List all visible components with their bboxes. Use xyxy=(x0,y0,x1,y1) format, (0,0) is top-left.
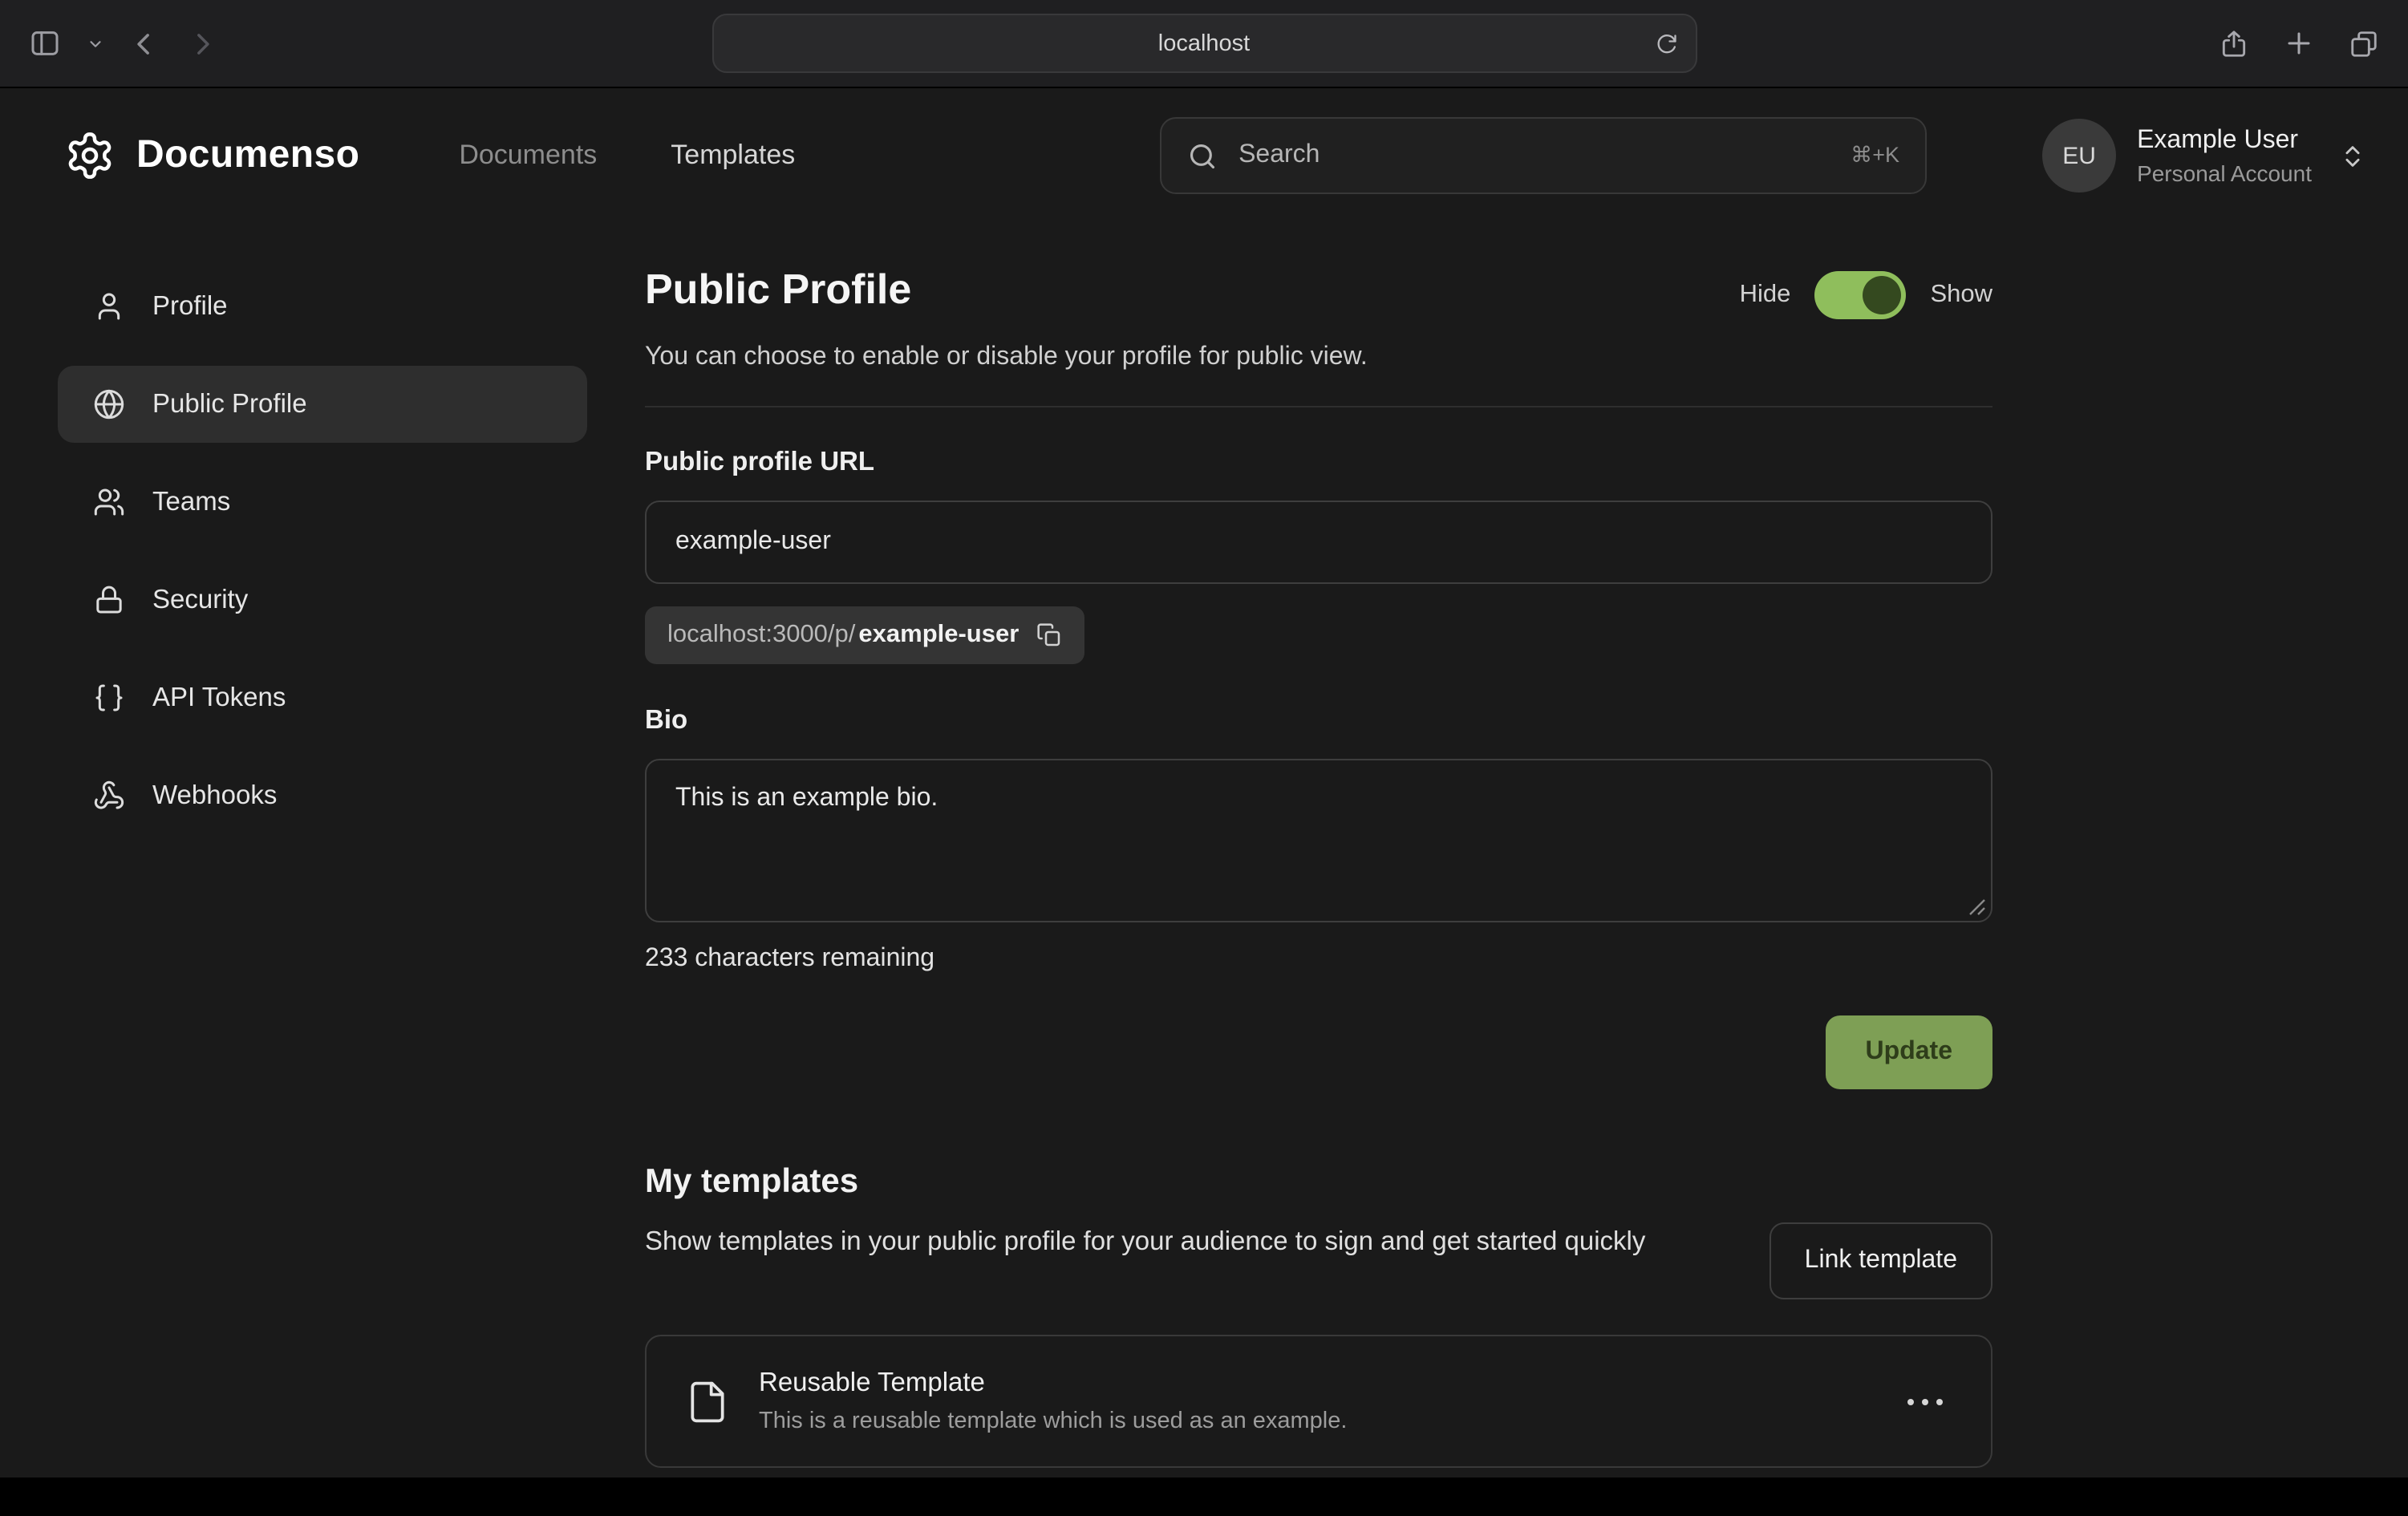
profile-url-prefix: localhost:3000/p/ xyxy=(667,621,855,650)
browser-chrome: localhost xyxy=(0,0,2408,88)
avatar: EU xyxy=(2042,119,2116,193)
sidebar-item-profile[interactable]: Profile xyxy=(58,268,587,345)
bottom-bar xyxy=(0,1477,2408,1516)
toggle-knob xyxy=(1863,276,1901,314)
sidebar-item-security[interactable]: Security xyxy=(58,561,587,638)
reload-icon[interactable] xyxy=(1655,32,1677,55)
share-icon[interactable] xyxy=(2219,28,2249,59)
address-bar-url: localhost xyxy=(1158,30,1250,56)
search-placeholder: Search xyxy=(1238,141,1320,170)
brand-name: Documenso xyxy=(136,133,359,178)
screen: localhost Documenso Documents xyxy=(0,0,2408,1516)
bio-textarea[interactable]: This is an example bio. xyxy=(645,759,1992,922)
users-icon xyxy=(93,486,125,518)
user-account-type: Personal Account xyxy=(2137,160,2312,185)
update-button[interactable]: Update xyxy=(1826,1015,1992,1089)
my-templates-description: Show templates in your public profile fo… xyxy=(645,1222,1645,1263)
user-icon xyxy=(93,290,125,322)
profile-visibility-toggle[interactable] xyxy=(1814,271,1906,319)
profile-url-slug: example-user xyxy=(858,621,1019,650)
profile-url-input[interactable] xyxy=(645,501,1992,584)
search-input[interactable]: Search ⌘+K xyxy=(1160,117,1927,194)
sidebar-item-public-profile[interactable]: Public Profile xyxy=(58,366,587,443)
braces-icon xyxy=(93,682,125,714)
characters-remaining: 233 characters remaining xyxy=(645,945,1992,974)
divider xyxy=(645,406,1992,407)
chevrons-up-down-icon xyxy=(2339,142,2366,169)
sidebar-item-api-tokens[interactable]: API Tokens xyxy=(58,659,587,736)
template-card: Reusable Template This is a reusable tem… xyxy=(645,1335,1992,1468)
page-subtitle: You can choose to enable or disable your… xyxy=(645,343,1992,372)
profile-url-preview[interactable]: localhost:3000/p/example-user xyxy=(645,606,1084,664)
toggle-hide-label: Hide xyxy=(1740,281,1791,310)
copy-icon[interactable] xyxy=(1036,622,1062,648)
profile-url-label: Public profile URL xyxy=(645,448,1992,478)
webhook-icon xyxy=(93,780,125,812)
search-shortcut: ⌘+K xyxy=(1851,143,1899,168)
tab-overview-icon[interactable] xyxy=(2349,28,2379,59)
globe-icon xyxy=(93,388,125,420)
file-icon xyxy=(685,1379,730,1424)
main-nav: Documents Templates xyxy=(459,140,795,172)
my-templates-title: My templates xyxy=(645,1163,1992,1202)
more-options-icon[interactable] xyxy=(1898,1388,1952,1414)
back-icon[interactable] xyxy=(130,28,160,59)
nav-templates[interactable]: Templates xyxy=(671,140,795,172)
public-profile-panel: Public Profile Hide Show You can choose … xyxy=(645,265,1992,1516)
search-icon xyxy=(1187,140,1218,171)
resize-grip-icon[interactable] xyxy=(1968,898,1986,916)
bio-text: This is an example bio. xyxy=(675,784,938,812)
bio-label: Bio xyxy=(645,706,1992,736)
nav-documents[interactable]: Documents xyxy=(459,140,597,172)
documenso-logo-icon xyxy=(64,130,116,181)
template-description: This is a reusable template which is use… xyxy=(759,1409,1347,1434)
chevron-down-icon[interactable] xyxy=(87,34,104,52)
forward-icon[interactable] xyxy=(186,28,217,59)
app-body: Profile Public Profile Teams Security xyxy=(0,223,2408,1516)
sidebar-item-teams[interactable]: Teams xyxy=(58,464,587,541)
lock-icon xyxy=(93,584,125,616)
link-template-button[interactable]: Link template xyxy=(1770,1222,1992,1299)
settings-sidebar: Profile Public Profile Teams Security xyxy=(0,265,587,1516)
toggle-show-label: Show xyxy=(1930,281,1992,310)
user-name: Example User xyxy=(2137,126,2312,155)
address-bar[interactable]: localhost xyxy=(711,14,1697,73)
sidebar-item-webhooks[interactable]: Webhooks xyxy=(58,757,587,834)
user-menu[interactable]: EU Example User Personal Account xyxy=(2042,119,2366,193)
new-tab-icon[interactable] xyxy=(2284,29,2313,58)
page-title: Public Profile xyxy=(645,265,911,314)
brand[interactable]: Documenso xyxy=(64,130,359,181)
template-name: Reusable Template xyxy=(759,1368,1347,1399)
sidebar-toggle-icon[interactable] xyxy=(29,27,61,59)
app-header: Documenso Documents Templates Search ⌘+K… xyxy=(0,88,2408,223)
